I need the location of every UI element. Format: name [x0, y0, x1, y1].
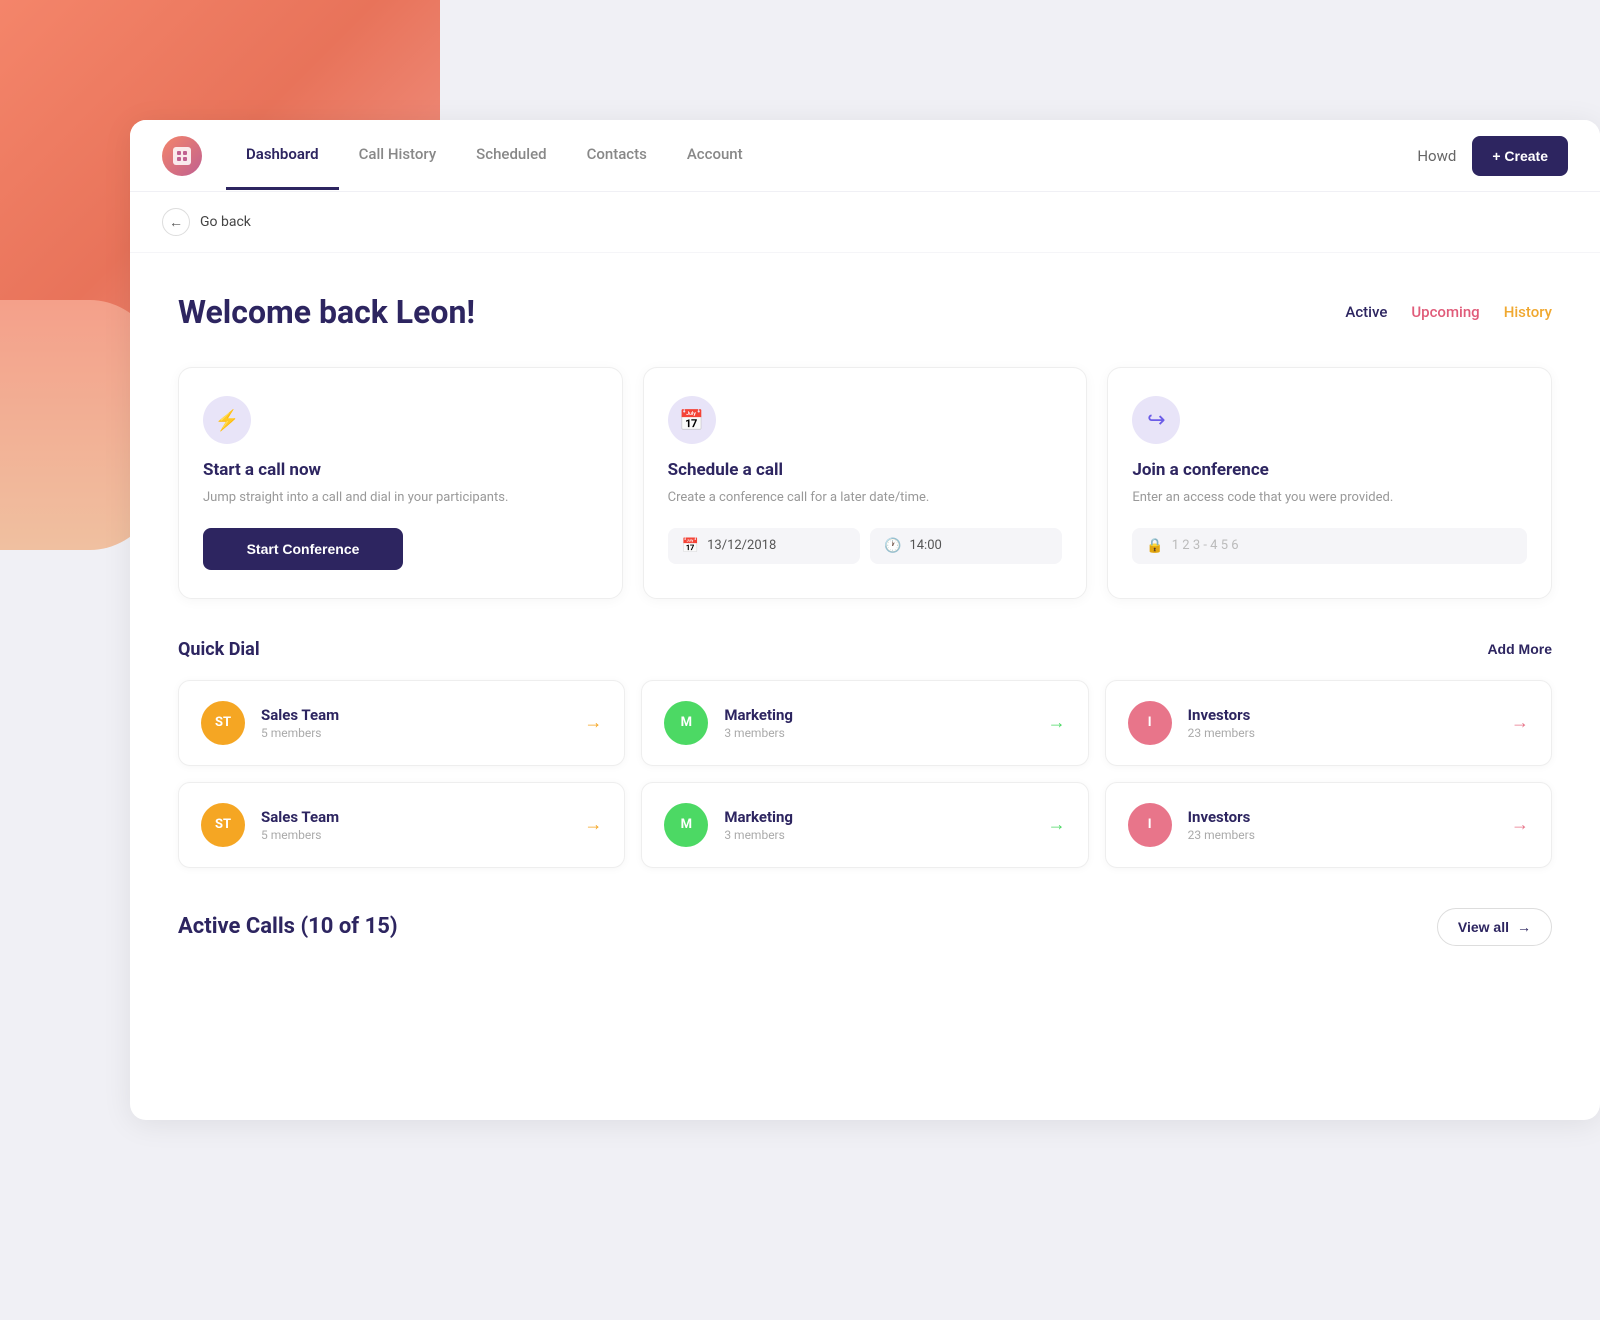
dial-avatar-5: I — [1128, 803, 1172, 847]
quick-dial-grid: ST Sales Team 5 members → M Marketing 3 … — [178, 680, 1552, 868]
dial-name-5: Investors — [1188, 808, 1495, 826]
dial-members-1: 3 members — [724, 726, 1031, 740]
join-conference-card: ↪ Join a conference Enter an access code… — [1107, 367, 1552, 599]
dial-avatar-1: M — [664, 701, 708, 745]
create-button[interactable]: + Create — [1472, 136, 1568, 176]
quick-dial-header: Quick Dial Add More — [178, 639, 1552, 660]
dial-avatar-2: I — [1128, 701, 1172, 745]
dial-card-4[interactable]: M Marketing 3 members → — [641, 782, 1088, 868]
tab-account[interactable]: Account — [667, 121, 763, 190]
dial-arrow-5: → — [1511, 814, 1529, 835]
tab-contacts[interactable]: Contacts — [567, 121, 667, 190]
dial-avatar-0: ST — [201, 701, 245, 745]
nav-right: Howd + Create — [1417, 136, 1568, 176]
back-arrow-icon: ← — [162, 208, 190, 236]
dial-info-1: Marketing 3 members — [724, 706, 1031, 740]
dial-info-3: Sales Team 5 members — [261, 808, 568, 842]
dial-name-2: Investors — [1188, 706, 1495, 724]
join-conference-desc: Enter an access code that you were provi… — [1132, 488, 1527, 508]
dial-card-5[interactable]: I Investors 23 members → — [1105, 782, 1552, 868]
main-card: Dashboard Call History Scheduled Contact… — [130, 120, 1600, 1120]
dial-card-3[interactable]: ST Sales Team 5 members → — [178, 782, 625, 868]
add-more-button[interactable]: Add More — [1487, 641, 1552, 657]
welcome-title: Welcome back Leon! — [178, 293, 475, 331]
filter-tabs: Active Upcoming History — [1345, 303, 1552, 321]
start-call-card: ⚡ Start a call now Jump straight into a … — [178, 367, 623, 599]
dial-info-2: Investors 23 members — [1188, 706, 1495, 740]
active-calls-row: Active Calls (10 of 15) View all → — [178, 908, 1552, 946]
start-call-icon: ⚡ — [203, 396, 251, 444]
schedule-call-card: 📅 Schedule a call Create a conference ca… — [643, 367, 1088, 599]
dial-info-4: Marketing 3 members — [724, 808, 1031, 842]
dial-avatar-3: ST — [201, 803, 245, 847]
time-field[interactable]: 🕐 14:00 — [870, 528, 1062, 564]
dial-members-5: 23 members — [1188, 828, 1495, 842]
dial-card-0[interactable]: ST Sales Team 5 members → — [178, 680, 625, 766]
dial-arrow-4: → — [1048, 814, 1066, 835]
dial-members-3: 5 members — [261, 828, 568, 842]
dial-card-1[interactable]: M Marketing 3 members → — [641, 680, 1088, 766]
dial-members-0: 5 members — [261, 726, 568, 740]
start-conference-button[interactable]: Start Conference — [203, 528, 403, 570]
dial-arrow-0: → — [584, 712, 602, 733]
access-code-field[interactable]: 🔒 1 2 3 - 4 5 6 — [1132, 528, 1527, 564]
dial-arrow-3: → — [584, 814, 602, 835]
dial-name-3: Sales Team — [261, 808, 568, 826]
start-call-desc: Jump straight into a call and dial in yo… — [203, 488, 598, 508]
view-all-arrow-icon: → — [1517, 919, 1531, 935]
back-bar: ← Go back — [130, 192, 1600, 253]
dial-name-1: Marketing — [724, 706, 1031, 724]
nav-tabs: Dashboard Call History Scheduled Contact… — [226, 121, 1417, 190]
date-time-row: 📅 13/12/2018 🕐 14:00 — [668, 528, 1063, 564]
action-cards: ⚡ Start a call now Jump straight into a … — [178, 367, 1552, 599]
dial-members-4: 3 members — [724, 828, 1031, 842]
schedule-call-title: Schedule a call — [668, 460, 1063, 480]
time-value: 14:00 — [909, 538, 941, 553]
active-calls-title: Active Calls (10 of 15) — [178, 914, 398, 939]
logo-icon — [173, 147, 191, 165]
dial-avatar-4: M — [664, 803, 708, 847]
dial-arrow-2: → — [1511, 712, 1529, 733]
tab-scheduled[interactable]: Scheduled — [456, 121, 566, 190]
dial-name-4: Marketing — [724, 808, 1031, 826]
dial-arrow-1: → — [1048, 712, 1066, 733]
welcome-row: Welcome back Leon! Active Upcoming Histo… — [178, 293, 1552, 331]
nav-greeting: Howd — [1417, 147, 1456, 165]
date-value: 13/12/2018 — [707, 538, 776, 553]
back-button[interactable]: ← Go back — [162, 208, 251, 236]
filter-upcoming[interactable]: Upcoming — [1411, 303, 1479, 321]
navigation: Dashboard Call History Scheduled Contact… — [130, 120, 1600, 192]
view-all-button[interactable]: View all → — [1437, 908, 1552, 946]
back-label: Go back — [200, 214, 251, 230]
quick-dial-title: Quick Dial — [178, 639, 260, 660]
tab-call-history[interactable]: Call History — [339, 121, 457, 190]
date-field[interactable]: 📅 13/12/2018 — [668, 528, 860, 564]
start-call-title: Start a call now — [203, 460, 598, 480]
calendar-icon: 📅 — [682, 538, 699, 554]
filter-history[interactable]: History — [1504, 303, 1552, 321]
dial-members-2: 23 members — [1188, 726, 1495, 740]
filter-active[interactable]: Active — [1345, 303, 1387, 321]
dial-info-5: Investors 23 members — [1188, 808, 1495, 842]
view-all-label: View all — [1458, 919, 1509, 935]
join-conference-title: Join a conference — [1132, 460, 1527, 480]
schedule-call-desc: Create a conference call for a later dat… — [668, 488, 1063, 508]
lock-icon: 🔒 — [1146, 538, 1163, 554]
dial-name-0: Sales Team — [261, 706, 568, 724]
tab-dashboard[interactable]: Dashboard — [226, 121, 339, 190]
dial-info-0: Sales Team 5 members — [261, 706, 568, 740]
main-content: Welcome back Leon! Active Upcoming Histo… — [130, 253, 1600, 986]
dial-card-2[interactable]: I Investors 23 members → — [1105, 680, 1552, 766]
app-logo[interactable] — [162, 136, 202, 176]
clock-icon: 🕐 — [884, 538, 901, 554]
join-conference-icon: ↪ — [1132, 396, 1180, 444]
access-placeholder: 1 2 3 - 4 5 6 — [1172, 538, 1239, 553]
schedule-call-icon: 📅 — [668, 396, 716, 444]
